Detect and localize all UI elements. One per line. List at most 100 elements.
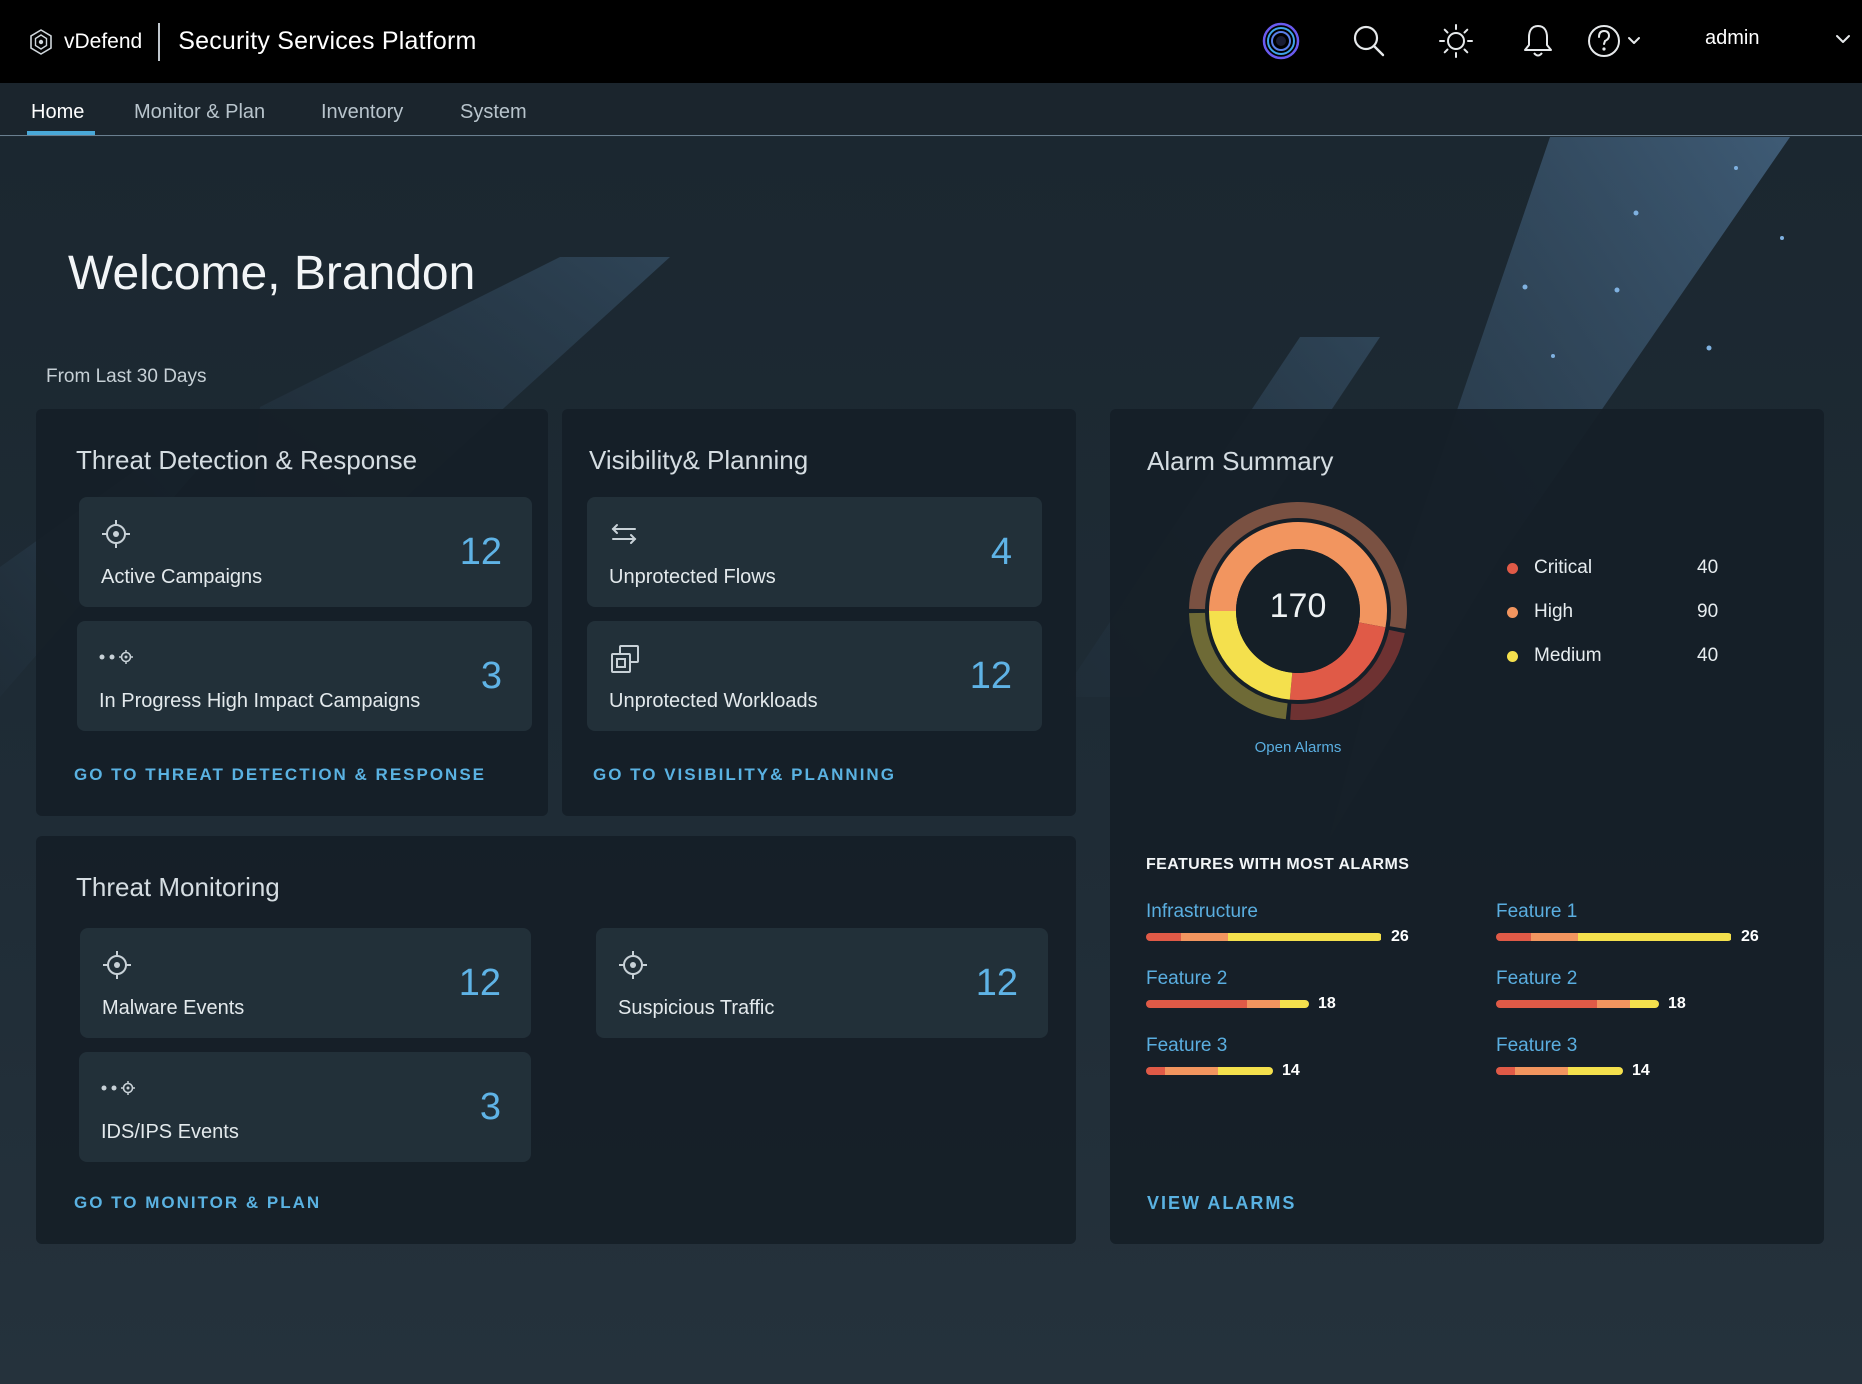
legend-value: 90 [1697,601,1719,622]
feature-bar [1146,1067,1273,1075]
progress-target-icon [101,1080,137,1101]
features-heading: FEATURES WITH MOST ALARMS [1146,856,1410,873]
target-icon [101,519,131,554]
header-divider [158,22,161,61]
feature-bar-segment [1515,1067,1568,1075]
feature-row[interactable]: Feature 1 26 [1496,901,1759,946]
suspicious-traffic-tile[interactable]: Suspicious Traffic 12 [596,928,1048,1038]
feature-bar-segment [1146,1067,1165,1075]
view-alarms-link[interactable]: VIEW ALARMS [1147,1193,1296,1214]
card-title: Threat Detection & Response [76,445,418,475]
feature-name: Feature 3 [1496,1035,1578,1056]
feature-bar-segment [1578,933,1731,941]
ai-assistant-icon[interactable] [1260,20,1302,62]
high-dot-icon [1507,606,1518,618]
feature-bar-segment [1496,1067,1515,1075]
visibility-planning-card: Visibility& Planning Unprotected Flows 4… [562,409,1076,816]
vdefend-logo-icon [28,28,54,55]
feature-count: 26 [1741,928,1759,945]
tab-home[interactable]: Home [31,101,84,124]
feature-bar-segment [1531,933,1578,941]
go-to-monitor-plan-link[interactable]: GO TO MONITOR & PLAN [74,1193,321,1213]
welcome-heading: Welcome, Brandon [68,247,476,300]
threat-monitoring-card: Threat Monitoring Malware Events 12 Susp… [36,836,1076,1244]
feature-count: 18 [1668,995,1686,1012]
feature-bar-segment [1597,1000,1630,1008]
feature-bar [1496,1000,1659,1008]
card-title: Alarm Summary [1147,446,1334,476]
feature-bar-segment [1280,1000,1309,1008]
feature-bar-segment [1568,1067,1623,1075]
legend-label: High [1534,601,1574,622]
go-to-threat-detection-link[interactable]: GO TO THREAT DETECTION & RESPONSE [74,765,486,785]
feature-row[interactable]: Feature 3 14 [1496,1035,1650,1080]
progress-target-icon [99,649,135,670]
tile-label: Unprotected Workloads [609,690,818,712]
tab-system[interactable]: System [460,101,527,124]
high-impact-campaigns-tile[interactable]: In Progress High Impact Campaigns 3 [77,621,532,731]
top-header: vDefend Security Services Platform [0,0,1862,83]
card-title: Visibility& Planning [589,445,809,475]
bell-icon[interactable] [1517,20,1559,62]
feature-bar-segment [1630,1000,1659,1008]
feature-bar [1496,933,1732,941]
tile-label: Unprotected Flows [609,566,776,588]
feature-count: 26 [1391,928,1409,945]
feature-bar-segment [1146,1000,1247,1008]
legend-medium: Medium 40 [1507,645,1718,667]
feature-bar-row: 18 [1146,995,1336,1013]
tile-label: Active Campaigns [101,566,263,588]
tab-inventory[interactable]: Inventory [321,101,403,124]
help-icon[interactable] [1586,20,1650,62]
brand[interactable]: vDefend [28,28,143,55]
unprotected-workloads-tile[interactable]: Unprotected Workloads 12 [587,621,1042,731]
theme-sun-icon[interactable] [1435,20,1477,62]
legend-label: Critical [1534,557,1593,578]
legend-value: 40 [1697,557,1719,578]
feature-bar [1146,1000,1309,1008]
feature-bar-segment [1496,933,1531,941]
brand-name: vDefend [64,29,143,53]
tab-monitor-plan[interactable]: Monitor & Plan [134,101,265,124]
feature-row[interactable]: Feature 2 18 [1146,968,1336,1013]
donut-total: 170 [1269,587,1327,625]
feature-bar-row: 14 [1496,1062,1650,1080]
go-to-visibility-planning-link[interactable]: GO TO VISIBILITY& PLANNING [593,765,896,785]
main-nav: Home Monitor & Plan Inventory System [0,83,1862,136]
tile-value: 3 [479,1086,501,1128]
app-title: Security Services Platform [178,27,477,55]
tile-label: Suspicious Traffic [618,997,775,1019]
tile-label: Malware Events [102,997,245,1019]
user-menu-label[interactable]: admin [1705,27,1759,50]
feature-bar-segment [1247,1000,1280,1008]
medium-dot-icon [1507,650,1518,662]
legend-high: High 90 [1507,601,1718,623]
feature-count: 14 [1632,1062,1650,1079]
feature-bar-segment [1218,1067,1273,1075]
unprotected-flows-tile[interactable]: Unprotected Flows 4 [587,497,1042,607]
alarm-donut-chart: 170 [1188,501,1408,721]
date-range-label: From Last 30 Days [46,366,207,387]
target-icon [618,950,648,985]
feature-name: Feature 2 [1146,968,1228,989]
feature-row[interactable]: Infrastructure 26 [1146,901,1409,946]
tile-value: 12 [458,962,501,1004]
tile-value: 12 [459,531,502,573]
feature-bar-segment [1228,933,1381,941]
ids-ips-events-tile[interactable]: IDS/IPS Events 3 [79,1052,531,1162]
feature-count: 14 [1282,1062,1300,1079]
alarm-legend: Critical 40 High 90 Medium 40 [1507,557,1747,697]
tile-value: 12 [975,962,1018,1004]
feature-row[interactable]: Feature 2 18 [1496,968,1686,1013]
feature-bar-row: 18 [1496,995,1686,1013]
feature-bar-segment [1146,933,1181,941]
tile-label: In Progress High Impact Campaigns [99,690,421,712]
tile-value: 3 [480,655,502,697]
malware-events-tile[interactable]: Malware Events 12 [80,928,531,1038]
feature-row[interactable]: Feature 3 14 [1146,1035,1300,1080]
active-campaigns-tile[interactable]: Active Campaigns 12 [79,497,532,607]
legend-label: Medium [1534,645,1602,666]
feature-bar-row: 14 [1146,1062,1300,1080]
chevron-down-icon[interactable] [1834,30,1852,53]
search-icon[interactable] [1348,20,1390,62]
